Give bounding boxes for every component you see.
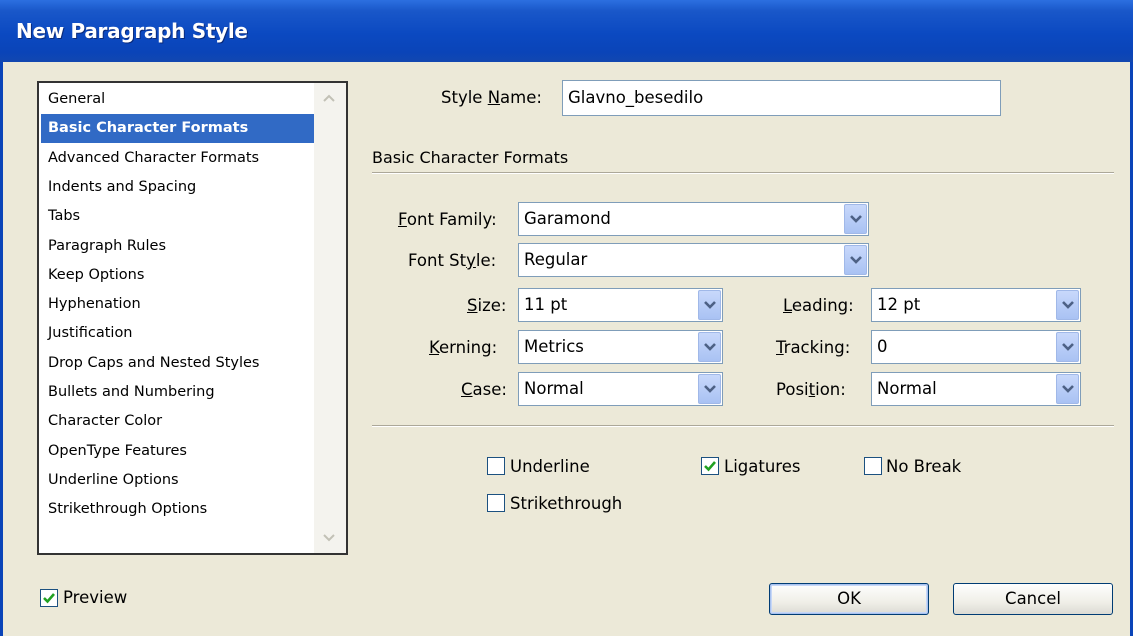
leading-label: Leading: bbox=[783, 296, 854, 315]
checkmark-icon bbox=[704, 461, 716, 472]
category-item[interactable]: Advanced Character Formats bbox=[41, 144, 316, 173]
ok-button[interactable]: OK bbox=[769, 583, 929, 615]
scroll-down-icon[interactable] bbox=[317, 526, 341, 550]
category-item[interactable]: Basic Character Formats bbox=[41, 114, 316, 144]
category-item[interactable]: Paragraph Rules bbox=[41, 232, 316, 261]
chevron-down-icon[interactable] bbox=[698, 374, 721, 404]
style-name-input[interactable]: Glavno_besedilo bbox=[562, 80, 1001, 116]
chevron-down-icon[interactable] bbox=[844, 245, 867, 275]
case-label: Case: bbox=[461, 380, 507, 399]
ligatures-label: Ligatures bbox=[724, 457, 801, 476]
section-divider bbox=[372, 172, 1114, 174]
preview-checkbox[interactable] bbox=[40, 589, 58, 607]
category-item[interactable]: Character Color bbox=[41, 407, 316, 436]
category-list-scrollbar[interactable] bbox=[314, 83, 346, 553]
category-item[interactable]: Hyphenation bbox=[41, 290, 316, 319]
title-bar[interactable]: New Paragraph Style bbox=[0, 0, 1133, 62]
category-item[interactable]: Indents and Spacing bbox=[41, 173, 316, 202]
position-label: Position: bbox=[776, 380, 846, 399]
font-family-dropdown[interactable]: Garamond bbox=[518, 202, 869, 236]
chevron-down-icon[interactable] bbox=[844, 204, 867, 234]
category-item[interactable]: General bbox=[41, 85, 316, 114]
category-item[interactable]: Drop Caps and Nested Styles bbox=[41, 349, 316, 378]
category-item[interactable]: Tabs bbox=[41, 202, 316, 231]
font-family-label: Font Family: bbox=[398, 210, 497, 229]
category-item[interactable]: Strikethrough Options bbox=[41, 495, 316, 524]
chevron-down-icon[interactable] bbox=[1056, 374, 1079, 404]
kerning-label: Kerning: bbox=[429, 338, 498, 357]
options-divider bbox=[372, 425, 1114, 427]
category-item[interactable]: Keep Options bbox=[41, 261, 316, 290]
chevron-down-icon[interactable] bbox=[1056, 290, 1079, 320]
category-item[interactable]: Justification bbox=[41, 319, 316, 348]
category-item[interactable]: OpenType Features bbox=[41, 437, 316, 466]
cancel-button[interactable]: Cancel bbox=[953, 583, 1113, 615]
category-item[interactable]: Underline Options bbox=[41, 466, 316, 495]
strikethrough-checkbox[interactable] bbox=[487, 494, 505, 512]
style-name-label: Style Name: bbox=[441, 88, 542, 107]
category-list[interactable]: General Basic Character Formats Advanced C… bbox=[37, 81, 348, 555]
chevron-down-icon[interactable] bbox=[1056, 332, 1079, 362]
scroll-up-icon[interactable] bbox=[317, 86, 341, 110]
preview-label: Preview bbox=[63, 588, 128, 607]
chevron-down-icon[interactable] bbox=[698, 290, 721, 320]
window-title: New Paragraph Style bbox=[16, 19, 248, 43]
tracking-label: Tracking: bbox=[776, 338, 851, 357]
font-style-label: Font Style: bbox=[408, 251, 497, 270]
font-style-dropdown[interactable]: Regular bbox=[518, 243, 869, 277]
leading-dropdown[interactable]: 12 pt bbox=[871, 288, 1081, 322]
section-heading: Basic Character Formats bbox=[372, 148, 569, 167]
checkmark-icon bbox=[43, 593, 55, 604]
chevron-down-icon[interactable] bbox=[698, 332, 721, 362]
tracking-dropdown[interactable]: 0 bbox=[871, 330, 1081, 364]
category-item[interactable]: Bullets and Numbering bbox=[41, 378, 316, 407]
position-dropdown[interactable]: Normal bbox=[871, 372, 1081, 406]
kerning-dropdown[interactable]: Metrics bbox=[518, 330, 723, 364]
size-dropdown[interactable]: 11 pt bbox=[518, 288, 723, 322]
ligatures-checkbox[interactable] bbox=[701, 457, 719, 475]
case-dropdown[interactable]: Normal bbox=[518, 372, 723, 406]
strikethrough-label: Strikethrough bbox=[510, 494, 623, 513]
size-label: Size: bbox=[467, 296, 507, 315]
no-break-label: No Break bbox=[886, 457, 962, 476]
underline-label: Underline bbox=[510, 457, 590, 476]
no-break-checkbox[interactable] bbox=[864, 457, 882, 475]
underline-checkbox[interactable] bbox=[487, 457, 505, 475]
